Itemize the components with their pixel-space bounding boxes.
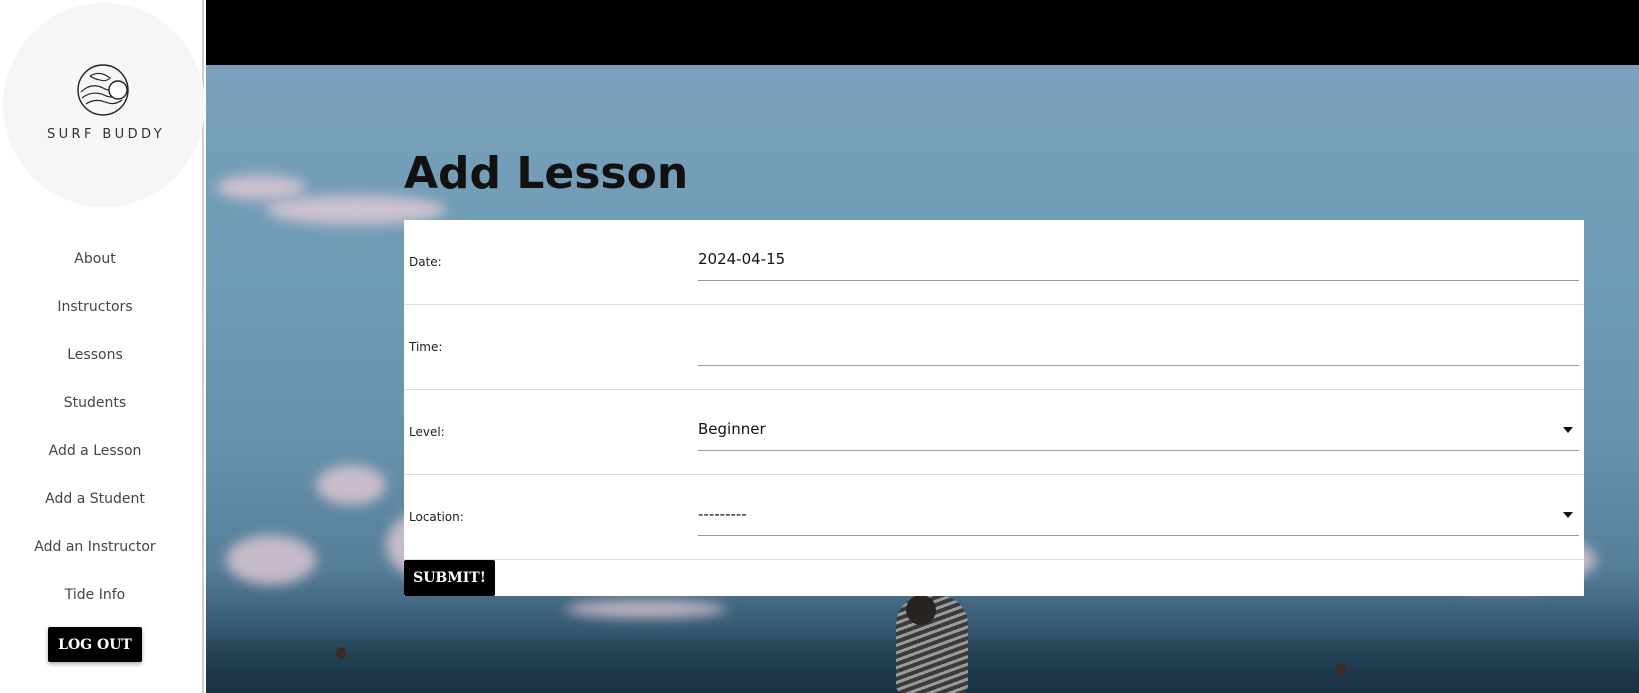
sidebar: SURF BUDDY About Instructors Lessons Stu… [0,0,205,693]
surfer-head [906,595,936,625]
sidebar-item-add-instructor[interactable]: Add an Instructor [0,523,190,571]
brand-name: SURF BUDDY [46,127,166,142]
sidebar-item-lessons[interactable]: Lessons [0,331,190,379]
chevron-down-icon [1563,427,1573,433]
submit-button[interactable]: SUBMIT! [404,560,495,596]
distant-surfer [1336,663,1346,675]
cloud-shape [316,465,386,505]
add-lesson-form: Date: 2024-04-15 Time: Level: Beginner L… [404,220,1584,596]
logout-button[interactable]: LOG OUT [48,627,142,662]
chevron-down-icon [1563,512,1573,518]
level-label: Level: [409,425,445,439]
location-label: Location: [409,510,464,524]
location-row: Location: --------- [404,475,1584,560]
logo-badge[interactable]: SURF BUDDY [3,3,205,207]
page-title: Add Lesson [404,148,689,199]
time-input[interactable] [698,323,1579,366]
wave-circle-logo-icon [77,64,129,116]
time-row: Time: [404,305,1584,390]
location-select[interactable]: --------- [698,493,1579,536]
date-label: Date: [409,255,442,269]
sidebar-item-students[interactable]: Students [0,379,190,427]
time-label: Time: [409,340,443,354]
sidebar-item-tide-info[interactable]: Tide Info [0,571,190,619]
distant-surfer [336,647,346,659]
level-selected-value: Beginner [698,420,766,438]
date-row: Date: 2024-04-15 [404,220,1584,305]
location-selected-value: --------- [698,505,747,523]
sidebar-nav: About Instructors Lessons Students Add a… [0,235,190,619]
sidebar-item-add-student[interactable]: Add a Student [0,475,190,523]
top-bar [206,0,1639,65]
level-row: Level: Beginner [404,390,1584,475]
level-select[interactable]: Beginner [698,408,1579,451]
sidebar-item-add-lesson[interactable]: Add a Lesson [0,427,190,475]
sidebar-item-instructors[interactable]: Instructors [0,283,190,331]
cloud-shape [566,600,726,618]
cloud-shape [216,175,306,200]
sidebar-item-about[interactable]: About [0,235,190,283]
cloud-shape [226,535,316,585]
date-input[interactable]: 2024-04-15 [698,238,1579,281]
